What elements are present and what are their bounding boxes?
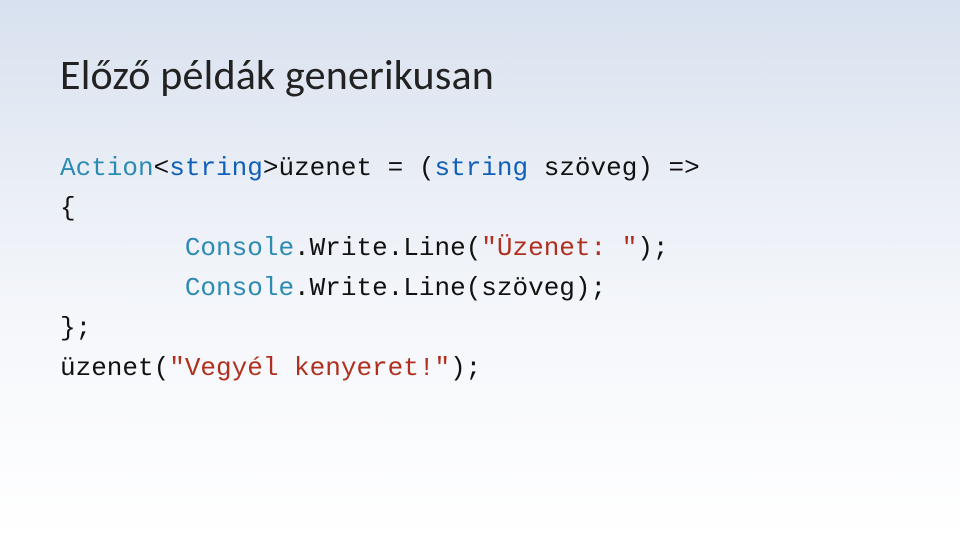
token-brace-close: }; xyxy=(60,313,91,343)
token-dot-2b: . xyxy=(388,273,404,303)
token-indent-2 xyxy=(60,273,185,303)
token-var-decl: üzenet = ( xyxy=(278,153,434,183)
token-keyword-string: string xyxy=(169,153,263,183)
token-indent-1 xyxy=(60,233,185,263)
token-string-literal-2: "Vegyél kenyeret!" xyxy=(169,353,450,383)
token-line-1: Line( xyxy=(403,233,481,263)
token-line-2: Line(szöveg); xyxy=(403,273,606,303)
token-param: szöveg) => xyxy=(528,153,700,183)
token-write-2: Write xyxy=(310,273,388,303)
token-keyword-string-2: string xyxy=(435,153,529,183)
token-string-literal-1: "Üzenet: " xyxy=(481,233,637,263)
token-type-action: Action xyxy=(60,153,154,183)
token-end-1: ); xyxy=(637,233,668,263)
slide-title: Előző példák generikusan xyxy=(60,50,494,101)
token-angle-close: > xyxy=(263,153,279,183)
token-write-1: Write xyxy=(310,233,388,263)
token-call-2: ); xyxy=(450,353,481,383)
token-dot-1a: . xyxy=(294,233,310,263)
token-call-1: üzenet( xyxy=(60,353,169,383)
token-dot-1b: . xyxy=(388,233,404,263)
token-angle-open: < xyxy=(154,153,170,183)
token-dot-2a: . xyxy=(294,273,310,303)
token-console-2: Console xyxy=(185,273,294,303)
code-block: Action<string>üzenet = (string szöveg) =… xyxy=(60,148,700,388)
token-console-1: Console xyxy=(185,233,294,263)
token-brace-open: { xyxy=(60,193,76,223)
